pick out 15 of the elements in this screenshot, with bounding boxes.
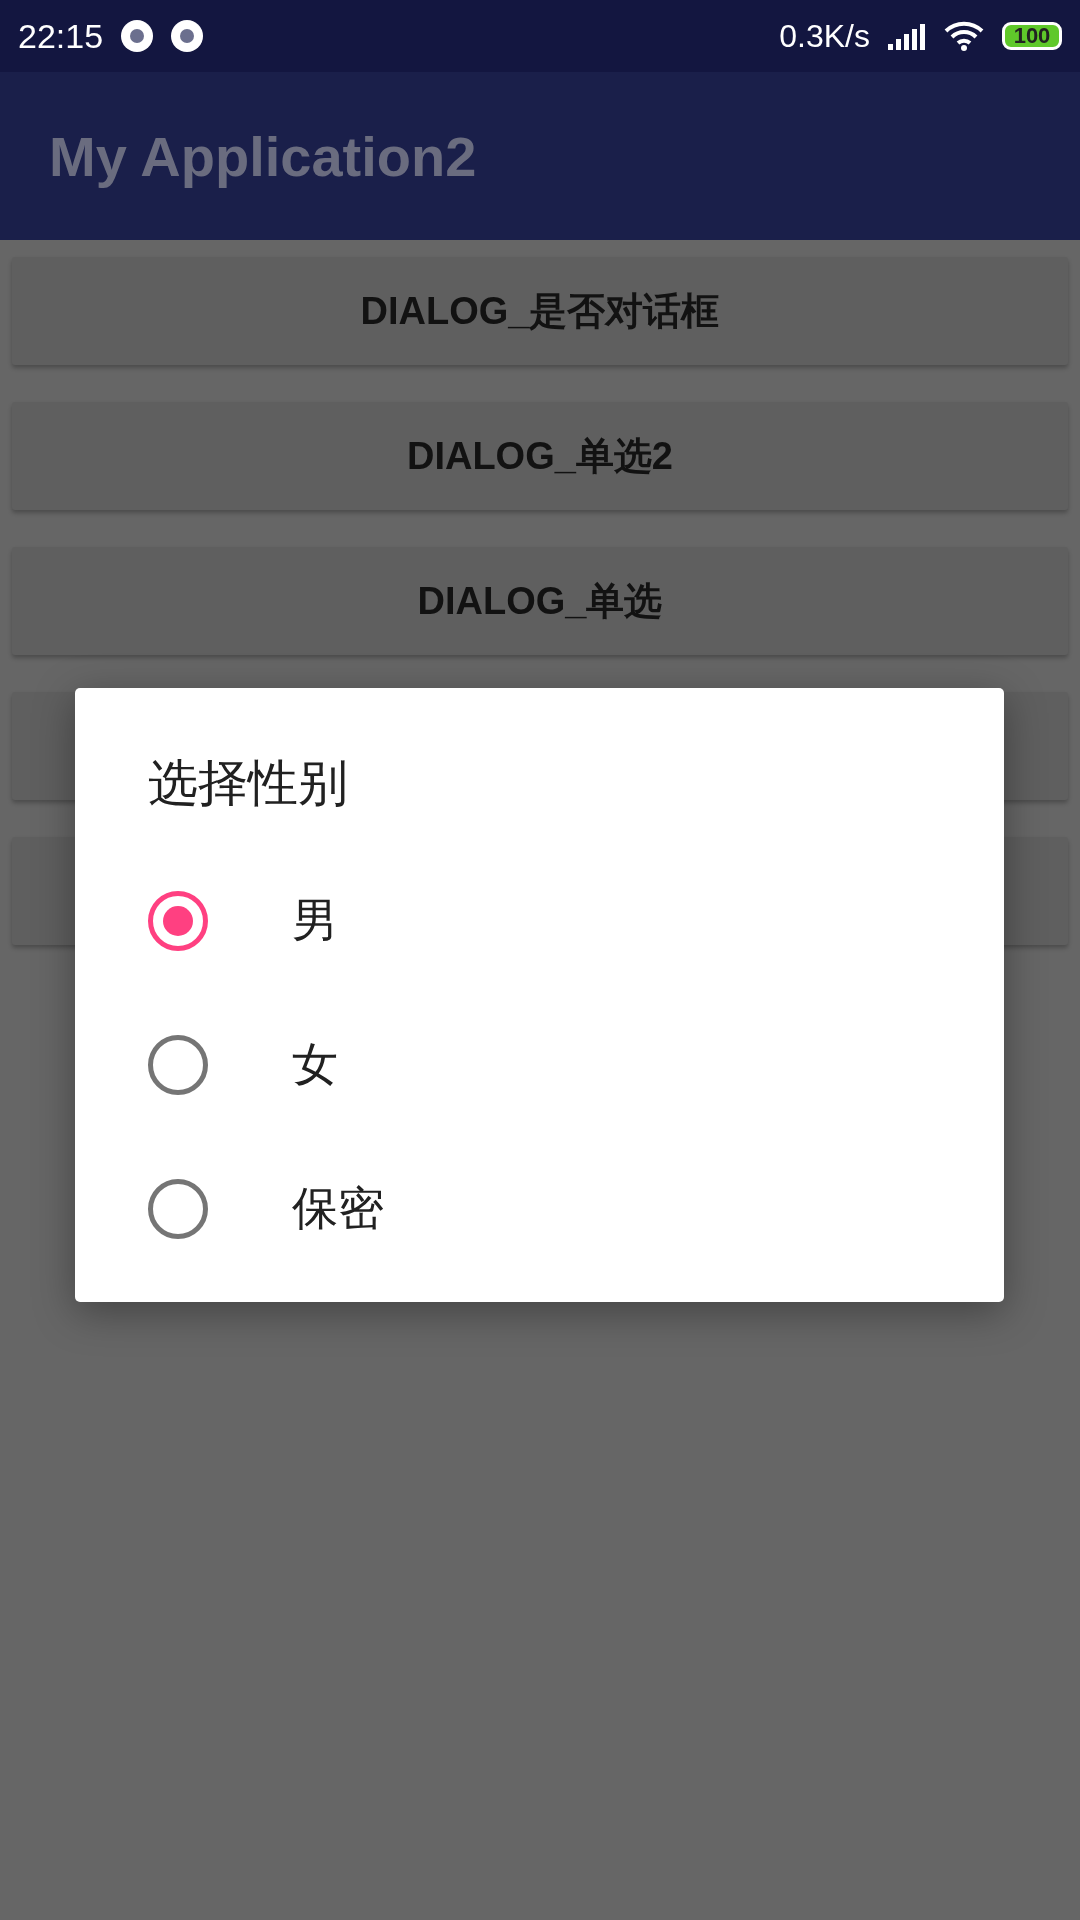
- signal-icon: [888, 22, 926, 50]
- clock-time: 22:15: [18, 16, 104, 56]
- notification-icon: [121, 20, 154, 52]
- radio-option[interactable]: 男: [148, 849, 1004, 993]
- radio-option[interactable]: 女: [148, 993, 1004, 1137]
- notification-icon: [171, 20, 204, 52]
- radio-button[interactable]: [148, 1179, 208, 1239]
- network-speed: 0.3K/s: [779, 17, 870, 55]
- radio-button[interactable]: [148, 1035, 208, 1095]
- radio-option[interactable]: 保密: [148, 1137, 1004, 1281]
- wifi-icon: [944, 21, 984, 51]
- app-title: My Application2: [49, 123, 477, 189]
- battery-level: 100: [1002, 22, 1062, 50]
- dialog-title: 选择性别: [148, 754, 349, 813]
- radio-button[interactable]: [148, 891, 208, 951]
